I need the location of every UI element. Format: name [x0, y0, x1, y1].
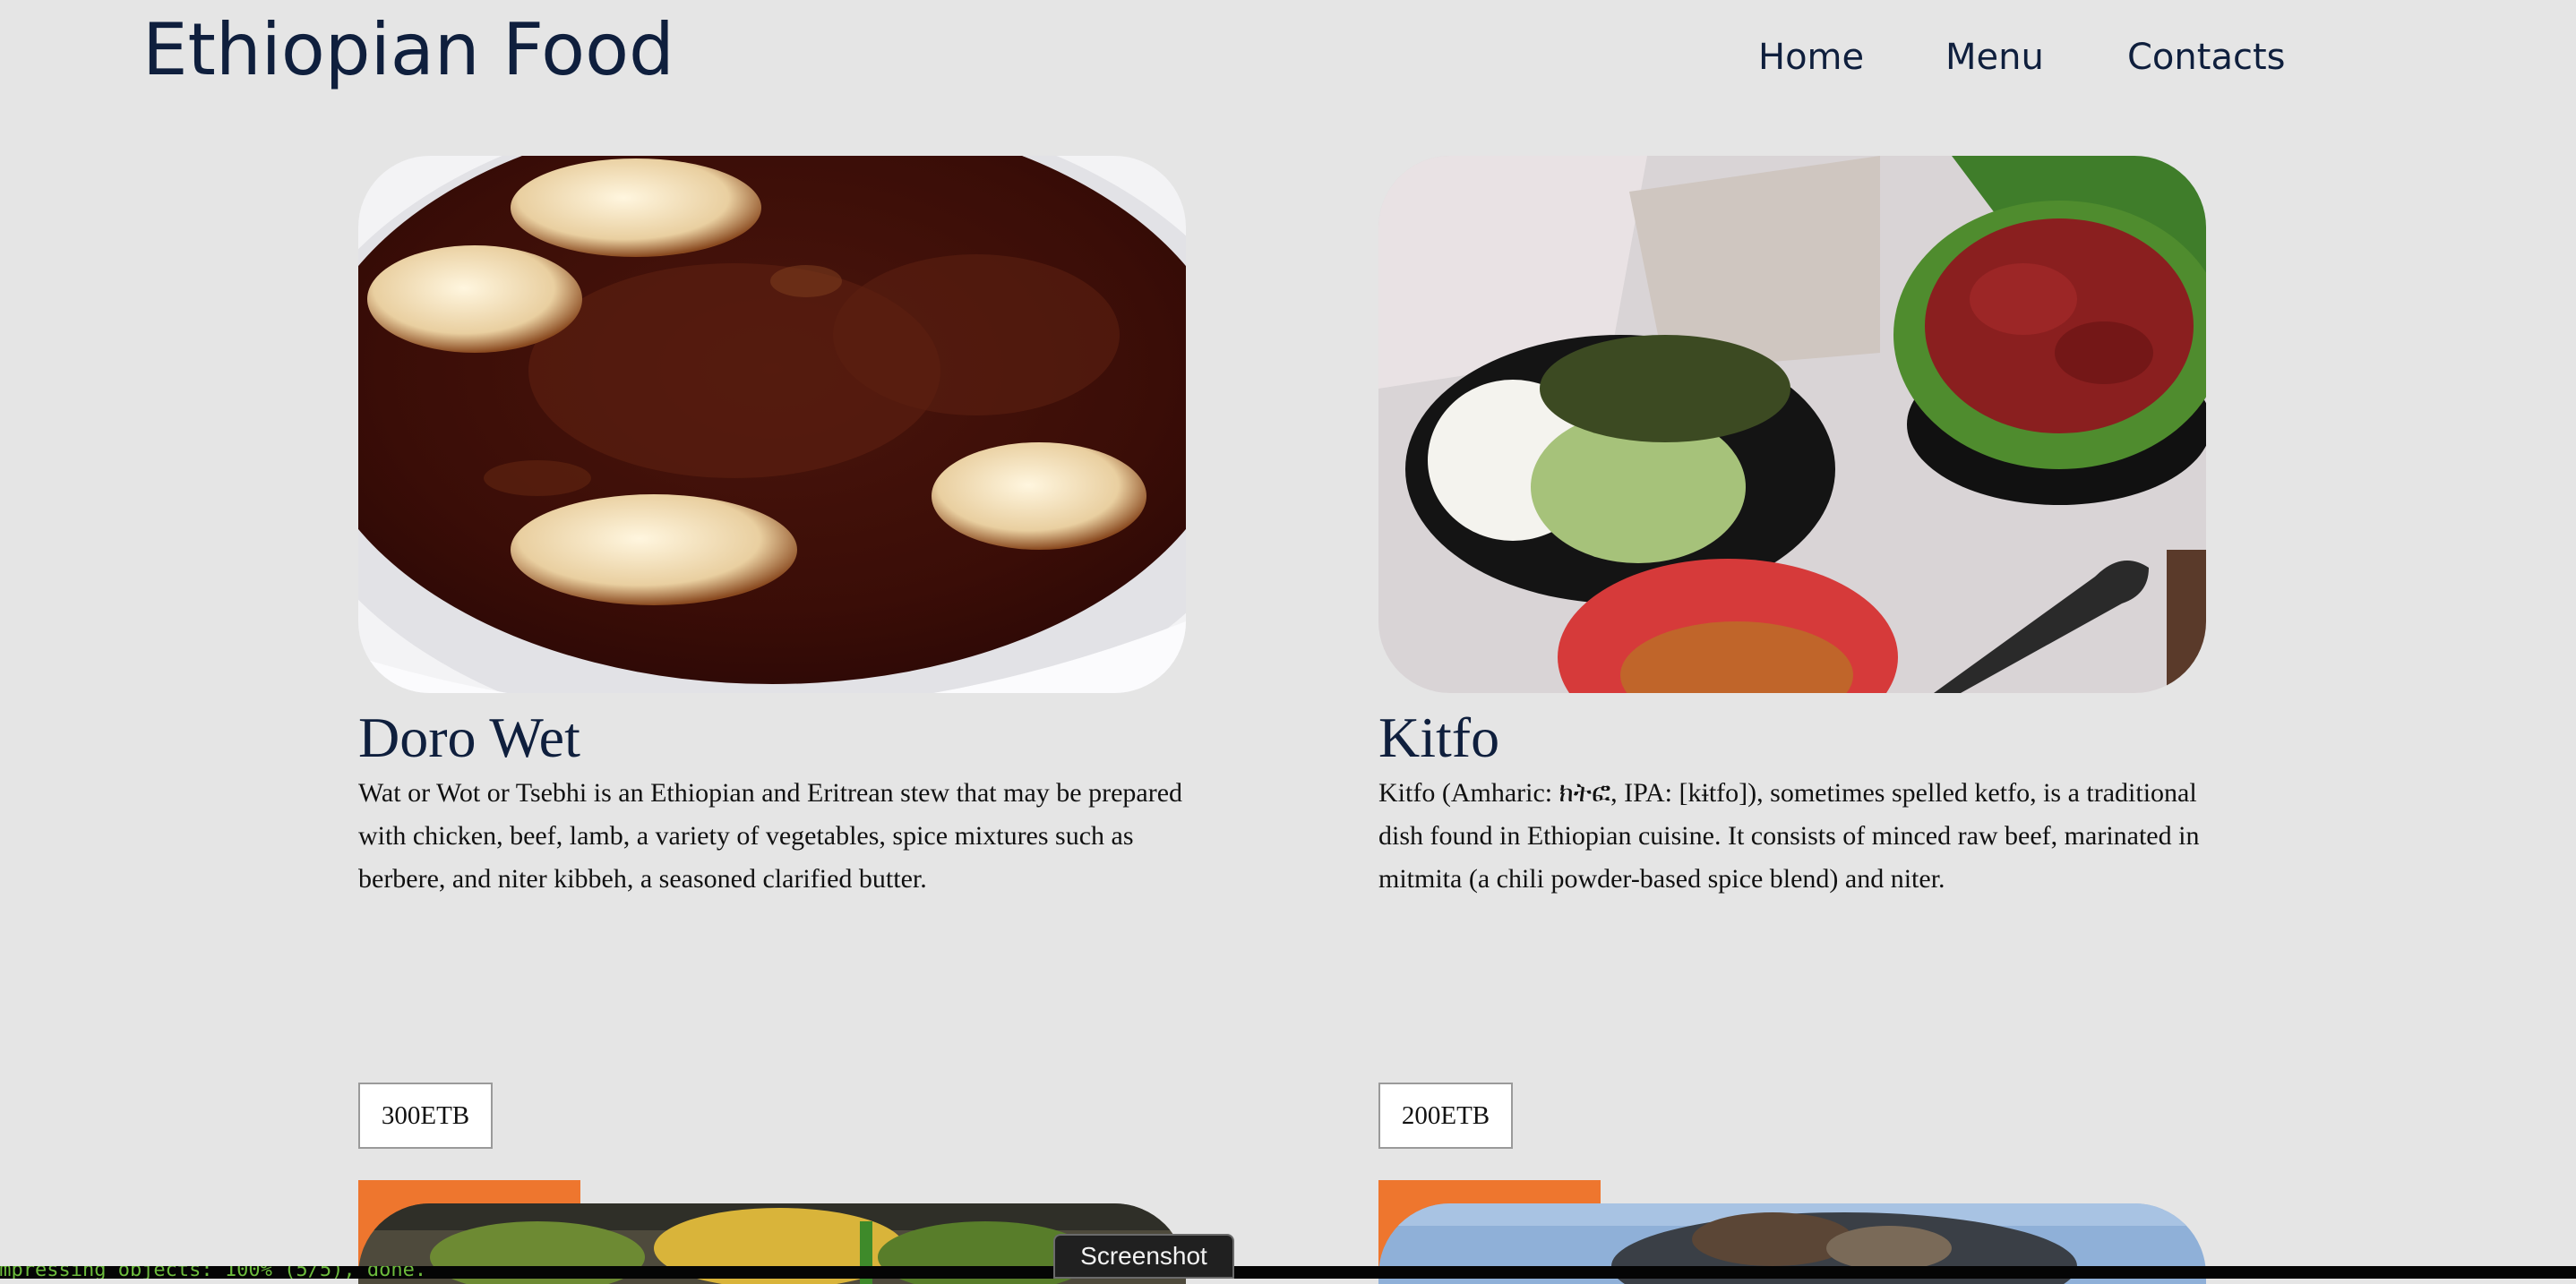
price-tag: 300ETB [358, 1083, 493, 1149]
dish-description: Wat or Wot or Tsebhi is an Ethiopian and… [358, 778, 1183, 894]
dish-name: Kitfo [1378, 706, 1500, 769]
nav-menu-link[interactable]: Menu [1945, 39, 2044, 75]
dish-description: Kitfo (Amharic: ክትፎ, IPA: [kɨtfo]), some… [1378, 778, 2200, 894]
price-tag: 200ETB [1378, 1083, 1513, 1149]
kitfo-photo [1378, 156, 2206, 693]
screenshot-tooltip: Screenshot [1053, 1234, 1234, 1279]
doro-wet-photo [358, 156, 1186, 693]
site-title: Ethiopian Food [142, 8, 674, 91]
nav-contacts-link[interactable]: Contacts [2127, 39, 2285, 75]
dish-name: Doro Wet [358, 706, 580, 769]
terminal-text: ompressing objects: 100% (5/5), done. [0, 1266, 427, 1279]
terminal-output: ompressing objects: 100% (5/5), done. [0, 1266, 2576, 1279]
nav-home-link[interactable]: Home [1758, 39, 1864, 75]
